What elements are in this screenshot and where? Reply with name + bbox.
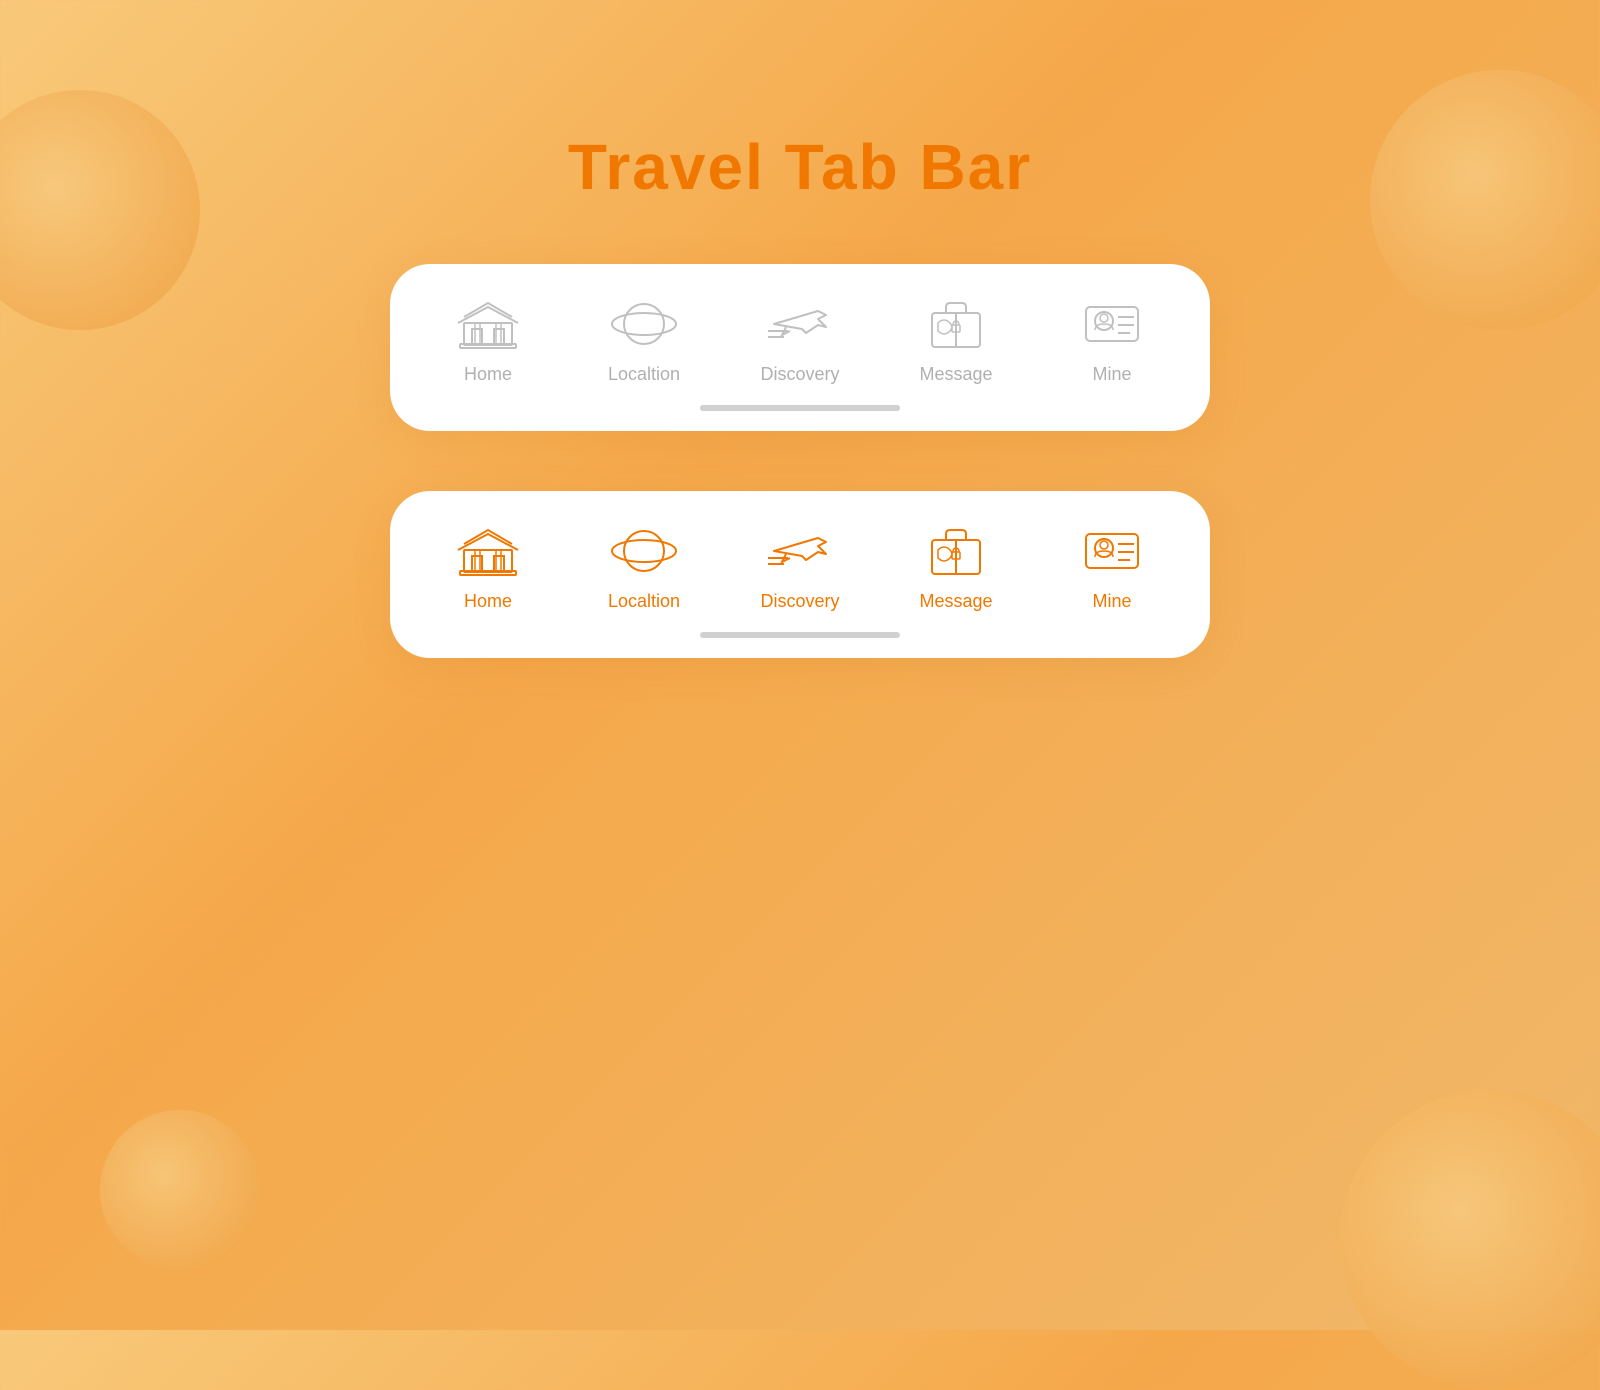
inactive-tab-mine[interactable]: Mine (1042, 294, 1182, 385)
discovery-icon (765, 294, 835, 354)
inactive-tab-location[interactable]: Localtion (574, 294, 714, 385)
location-icon-active (609, 521, 679, 581)
inactive-tab-discovery[interactable]: Discovery (730, 294, 870, 385)
inactive-message-label: Message (919, 364, 992, 385)
active-message-label: Message (919, 591, 992, 612)
inactive-home-indicator (700, 405, 900, 411)
inactive-tab-items: Home Localtion (410, 294, 1190, 401)
inactive-tabbar-wrapper: Home Localtion (0, 264, 1600, 431)
active-tabbar-wrapper: Home Localtion (0, 491, 1600, 658)
inactive-tab-message[interactable]: Message (886, 294, 1026, 385)
home-icon (453, 294, 523, 354)
active-home-label: Home (464, 591, 512, 612)
discovery-icon-active (765, 521, 835, 581)
active-tab-discovery[interactable]: Discovery (730, 521, 870, 612)
message-icon-active (921, 521, 991, 581)
active-mine-label: Mine (1092, 591, 1131, 612)
inactive-home-label: Home (464, 364, 512, 385)
deco-circle-bottomright (1340, 1090, 1600, 1390)
page-title: Travel Tab Bar (0, 130, 1600, 204)
inactive-tab-home[interactable]: Home (418, 294, 558, 385)
active-tab-home[interactable]: Home (418, 521, 558, 612)
home-icon-active (453, 521, 523, 581)
inactive-discovery-label: Discovery (760, 364, 839, 385)
location-icon (609, 294, 679, 354)
inactive-tab-bar: Home Localtion (390, 264, 1210, 431)
inactive-location-label: Localtion (608, 364, 680, 385)
active-discovery-label: Discovery (760, 591, 839, 612)
deco-circle-bottomleft (100, 1110, 260, 1270)
mine-icon (1077, 294, 1147, 354)
mine-icon-active (1077, 521, 1147, 581)
active-tab-bar: Home Localtion (390, 491, 1210, 658)
active-tab-items: Home Localtion (410, 521, 1190, 628)
active-tab-location[interactable]: Localtion (574, 521, 714, 612)
active-tab-message[interactable]: Message (886, 521, 1026, 612)
active-home-indicator (700, 632, 900, 638)
inactive-mine-label: Mine (1092, 364, 1131, 385)
message-icon (921, 294, 991, 354)
active-tab-mine[interactable]: Mine (1042, 521, 1182, 612)
active-location-label: Localtion (608, 591, 680, 612)
